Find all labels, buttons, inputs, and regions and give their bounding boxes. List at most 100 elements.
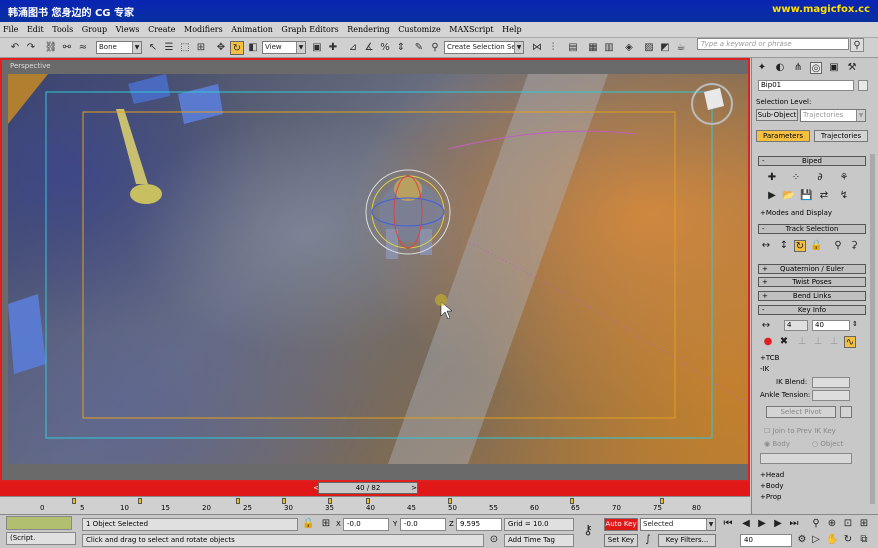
time-tag-icon[interactable]: ⊙: [488, 534, 500, 546]
selection-filter-dropdown[interactable]: Bone ▼: [96, 41, 142, 54]
figure-mode-icon[interactable]: ✚: [766, 172, 778, 184]
prev-frame-icon[interactable]: ◀: [740, 518, 752, 530]
menu-file[interactable]: File: [0, 22, 21, 36]
window-crossing-icon[interactable]: ⊞: [194, 41, 208, 55]
utilities-tab-icon[interactable]: ⚒: [846, 62, 858, 74]
set-free-key-icon[interactable]: ⊥: [828, 336, 840, 348]
search-input[interactable]: Type a keyword or phrase: [697, 38, 849, 50]
ik-toggle[interactable]: -IK: [760, 365, 769, 373]
biped-playback-icon[interactable]: ▶: [766, 190, 778, 202]
quick-render-icon[interactable]: ☕: [674, 41, 688, 55]
modes-display-label[interactable]: +Modes and Display: [760, 209, 832, 217]
set-planted-key-icon[interactable]: ⊥: [796, 336, 808, 348]
mirror-icon[interactable]: ⋈: [530, 41, 544, 55]
tab-trajectories[interactable]: Trajectories: [814, 130, 868, 142]
footstep-mode-icon[interactable]: ⁘: [790, 172, 802, 184]
auto-key-button[interactable]: Auto Key: [604, 518, 638, 531]
bind-spacewarp-icon[interactable]: ≈: [76, 41, 90, 55]
load-file-icon[interactable]: 📂: [782, 190, 794, 202]
panel-scrollbar[interactable]: [870, 154, 875, 504]
key-marker[interactable]: [328, 498, 332, 504]
key-selection-dropdown[interactable]: Selected ▼: [640, 518, 716, 531]
key-marker[interactable]: [138, 498, 142, 504]
convert-icon[interactable]: ⇄: [818, 190, 830, 202]
add-time-tag-button[interactable]: Add Time Tag: [504, 534, 574, 547]
menu-animation[interactable]: Animation: [228, 22, 276, 36]
zoom-icon[interactable]: ⚲: [810, 518, 822, 530]
key-number-field[interactable]: 4: [784, 320, 808, 331]
render-setup-icon[interactable]: ▨: [642, 41, 656, 55]
menu-create[interactable]: Create: [145, 22, 178, 36]
undo-icon[interactable]: ↶: [8, 41, 22, 55]
object-name-field[interactable]: Bip01: [758, 80, 854, 91]
menu-views[interactable]: Views: [113, 22, 143, 36]
pivot-center-icon[interactable]: ▣: [310, 41, 324, 55]
rollout-key-info[interactable]: - Key Info: [758, 305, 866, 315]
join-prev-checkbox[interactable]: ☐ Join to Prev IK Key: [764, 427, 836, 435]
symmetrical-icon[interactable]: ⚲: [832, 240, 844, 252]
tcb-toggle[interactable]: +TCB: [760, 354, 779, 362]
menu-maxscript[interactable]: MAXScript: [446, 22, 496, 36]
time-next-icon[interactable]: >: [410, 482, 418, 494]
scale-icon[interactable]: ◧: [246, 41, 260, 55]
menu-tools[interactable]: Tools: [49, 22, 76, 36]
current-frame-field[interactable]: 40: [740, 534, 792, 547]
named-selection-icon[interactable]: ⚲: [428, 41, 442, 55]
trajectories-dropdown[interactable]: Trajectories ▼: [800, 109, 866, 122]
edit-named-sets-icon[interactable]: ✎: [412, 41, 426, 55]
select-pivot-button[interactable]: Select Pivot: [766, 406, 836, 418]
link-icon[interactable]: ⛓: [44, 41, 58, 55]
menu-group[interactable]: Group: [79, 22, 110, 36]
spinner-snap-icon[interactable]: ⇕: [394, 41, 408, 55]
move-icon[interactable]: ✥: [214, 41, 228, 55]
key-tangent-icon[interactable]: ∫: [642, 534, 654, 546]
material-editor-icon[interactable]: ◈: [622, 41, 636, 55]
render-frame-icon[interactable]: ◩: [658, 41, 672, 55]
fov-icon[interactable]: ▷: [810, 534, 822, 546]
prop-toggle[interactable]: +Prop: [760, 493, 781, 501]
key-marker[interactable]: [72, 498, 76, 504]
rollout-quaternion[interactable]: + Quaternion / Euler: [758, 264, 866, 274]
pan-icon[interactable]: ✋: [826, 534, 838, 546]
unlink-icon[interactable]: ⚯: [60, 41, 74, 55]
display-tab-icon[interactable]: ▣: [828, 62, 840, 74]
rollout-track-selection[interactable]: - Track Selection: [758, 224, 866, 234]
maximize-viewport-icon[interactable]: ⧉: [858, 534, 870, 546]
layer-manager-icon[interactable]: ▤: [566, 41, 580, 55]
object-color-swatch[interactable]: [858, 80, 868, 91]
rollout-bend-links[interactable]: + Bend Links: [758, 291, 866, 301]
named-selection-set-dropdown[interactable]: Create Selection Set ▼: [444, 41, 524, 54]
timeline-ruler[interactable]: 0 5 10 15 20 25 30 35 40 45 50 55 60 65 …: [0, 496, 750, 514]
schematic-view-icon[interactable]: ▥: [602, 41, 616, 55]
search-icon[interactable]: ⚲: [850, 38, 864, 52]
body-toggle[interactable]: +Body: [760, 482, 784, 490]
key-marker[interactable]: [366, 498, 370, 504]
object-radio[interactable]: ○ Object: [812, 440, 843, 448]
body-vertical-icon[interactable]: ↕: [778, 240, 790, 252]
prev-next-key-icon[interactable]: ↔: [760, 320, 772, 332]
key-mode-icon[interactable]: ⚷: [582, 524, 594, 537]
menu-customize[interactable]: Customize: [395, 22, 444, 36]
menu-modifiers[interactable]: Modifiers: [181, 22, 226, 36]
absolute-mode-icon[interactable]: ⊞: [320, 518, 332, 530]
menu-help[interactable]: Help: [499, 22, 524, 36]
ik-object-field[interactable]: [760, 453, 852, 464]
select-by-name-icon[interactable]: ☰: [162, 41, 176, 55]
key-filters-button[interactable]: Key Filters...: [658, 534, 716, 547]
key-marker[interactable]: [570, 498, 574, 504]
tab-parameters[interactable]: Parameters: [756, 130, 810, 142]
angle-snap-icon[interactable]: ∡: [362, 41, 376, 55]
sub-object-button[interactable]: Sub-Object: [756, 109, 798, 121]
zoom-extents-icon[interactable]: ⊡: [842, 518, 854, 530]
modify-tab-icon[interactable]: ◐: [774, 62, 786, 74]
zoom-extents-all-icon[interactable]: ⊞: [858, 518, 870, 530]
menu-rendering[interactable]: Rendering: [344, 22, 392, 36]
zoom-all-icon[interactable]: ⊕: [826, 518, 838, 530]
rect-selection-icon[interactable]: ⬚: [178, 41, 192, 55]
save-file-icon[interactable]: 💾: [800, 190, 812, 202]
rollout-biped[interactable]: - Biped: [758, 156, 866, 166]
motion-tab-icon[interactable]: ◎: [810, 62, 822, 74]
align-icon[interactable]: ⫶: [546, 41, 560, 55]
y-coordinate-field[interactable]: -0.0: [400, 518, 446, 531]
time-slider-thumb[interactable]: 40 / 82: [318, 482, 418, 494]
